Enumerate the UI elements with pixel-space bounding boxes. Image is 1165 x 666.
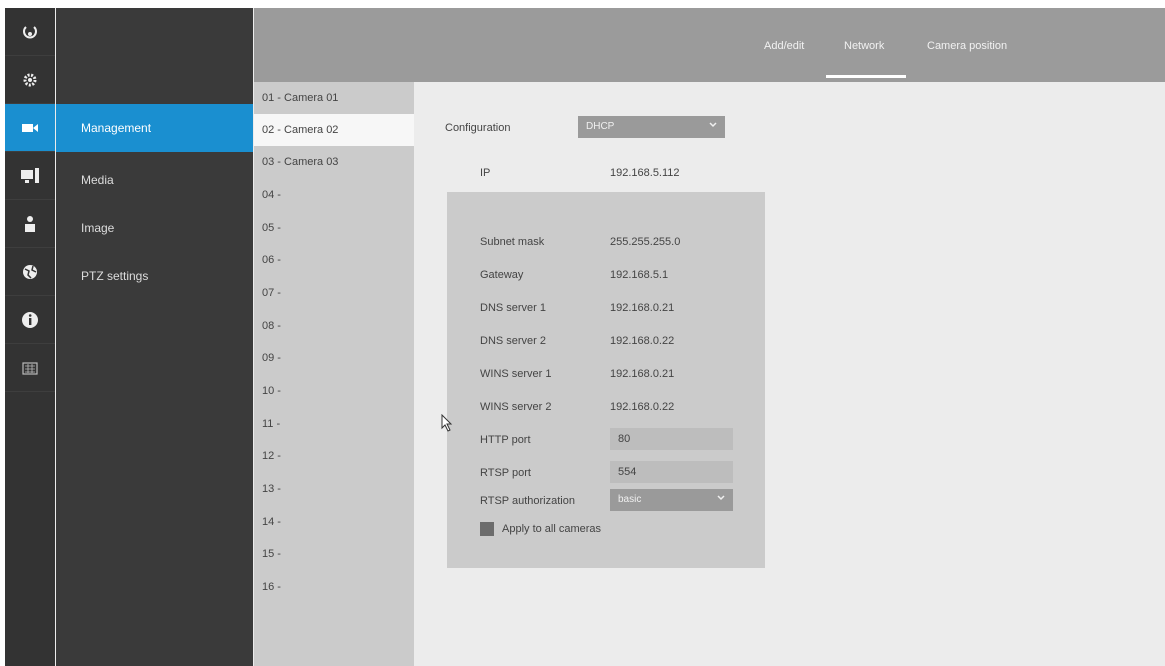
info-icon[interactable] — [5, 296, 55, 344]
rtsp-authorization-label: RTSP authorization — [480, 495, 575, 507]
dns-server-1-label: DNS server 1 — [480, 302, 547, 314]
configuration-value: DHCP — [586, 121, 615, 132]
menu-item-image[interactable]: Image — [56, 204, 253, 252]
menu-item-label: Management — [81, 121, 152, 135]
chevron-down-icon — [709, 120, 717, 131]
dns-server-2-label: DNS server 2 — [480, 335, 547, 347]
subnet-mask-value: 255.255.255.0 — [610, 236, 681, 248]
keyboard-icon[interactable] — [5, 344, 55, 392]
camera-list-item[interactable]: 12 - — [254, 440, 414, 472]
rtsp-authorization-value: basic — [618, 494, 642, 505]
menu-item-media[interactable]: Media — [56, 156, 253, 204]
camera-list-item[interactable]: 14 - — [254, 506, 414, 538]
camera-list-item[interactable]: 07 - — [254, 277, 414, 309]
settings-menu: Management Media Image PTZ settings — [56, 8, 253, 666]
apply-all-checkbox[interactable] — [480, 522, 494, 536]
settings-gear-icon[interactable] — [5, 56, 55, 104]
menu-item-label: Image — [81, 221, 115, 235]
ip-value: 192.168.5.112 — [610, 167, 680, 179]
menu-item-label: PTZ settings — [81, 269, 149, 283]
wins-server-1-value: 192.168.0.21 — [610, 368, 675, 380]
camera-list-item[interactable]: 05 - — [254, 212, 414, 244]
chevron-down-icon — [717, 493, 725, 504]
camera-list-item[interactable]: 09 - — [254, 342, 414, 374]
tab-add-edit[interactable]: Add/edit — [764, 40, 804, 52]
camera-list-item[interactable]: 15 - — [254, 538, 414, 570]
menu-item-ptz-settings[interactable]: PTZ settings — [56, 252, 253, 300]
camera-list-item[interactable]: 08 - — [254, 310, 414, 342]
active-tab-indicator — [826, 75, 906, 78]
refresh-icon[interactable] — [5, 8, 55, 56]
http-port-input[interactable]: 80 — [610, 428, 733, 450]
camera-list-item[interactable]: 03 - Camera 03 — [254, 146, 414, 178]
camera-list-item[interactable]: 06 - — [254, 244, 414, 276]
top-header: Add/edit Network Camera position — [254, 8, 1165, 82]
gateway-value: 192.168.5.1 — [610, 269, 669, 281]
camera-list-item[interactable]: 13 - — [254, 473, 414, 505]
tab-network[interactable]: Network — [844, 40, 884, 52]
camera-list-item[interactable]: 11 - — [254, 408, 414, 440]
menu-item-management[interactable]: Management — [56, 104, 253, 152]
gateway-label: Gateway — [480, 269, 524, 281]
camera-list-item[interactable]: 16 - — [254, 571, 414, 603]
http-port-label: HTTP port — [480, 434, 531, 446]
menu-item-label: Media — [81, 173, 114, 187]
apply-all-label: Apply to all cameras — [502, 523, 602, 535]
camera-icon[interactable] — [5, 104, 55, 152]
app-window: Management Media Image PTZ settings Add/… — [5, 8, 1165, 666]
camera-list-item[interactable]: 01 - Camera 01 — [254, 82, 414, 114]
rtsp-authorization-dropdown[interactable]: basic — [610, 489, 733, 511]
rtsp-port-label: RTSP port — [480, 467, 531, 479]
configuration-dropdown[interactable]: DHCP — [578, 116, 725, 138]
user-icon[interactable] — [5, 200, 55, 248]
dns-server-2-value: 192.168.0.22 — [610, 335, 675, 347]
mouse-cursor-icon — [441, 413, 453, 437]
icon-rail — [5, 8, 55, 666]
camera-list-item[interactable]: 10 - — [254, 375, 414, 407]
subnet-mask-label: Subnet mask — [480, 236, 545, 248]
tab-camera-position[interactable]: Camera position — [927, 40, 1007, 52]
configuration-label: Configuration — [445, 122, 511, 134]
dns-server-1-value: 192.168.0.21 — [610, 302, 675, 314]
wins-server-2-value: 192.168.0.22 — [610, 401, 675, 413]
network-settings-panel: Configuration DHCP IP 192.168.5.112 Subn… — [414, 82, 1165, 666]
camera-list-item[interactable]: 04 - — [254, 179, 414, 211]
globe-icon[interactable] — [5, 248, 55, 296]
wins-server-1-label: WINS server 1 — [480, 368, 552, 380]
network-details-box — [447, 192, 765, 568]
camera-list-item[interactable]: 02 - Camera 02 — [254, 114, 414, 146]
rtsp-port-input[interactable]: 554 — [610, 461, 733, 483]
ip-label: IP — [480, 167, 491, 179]
camera-list: 01 - Camera 01 02 - Camera 02 03 - Camer… — [254, 82, 414, 666]
monitor-icon[interactable] — [5, 152, 55, 200]
wins-server-2-label: WINS server 2 — [480, 401, 552, 413]
